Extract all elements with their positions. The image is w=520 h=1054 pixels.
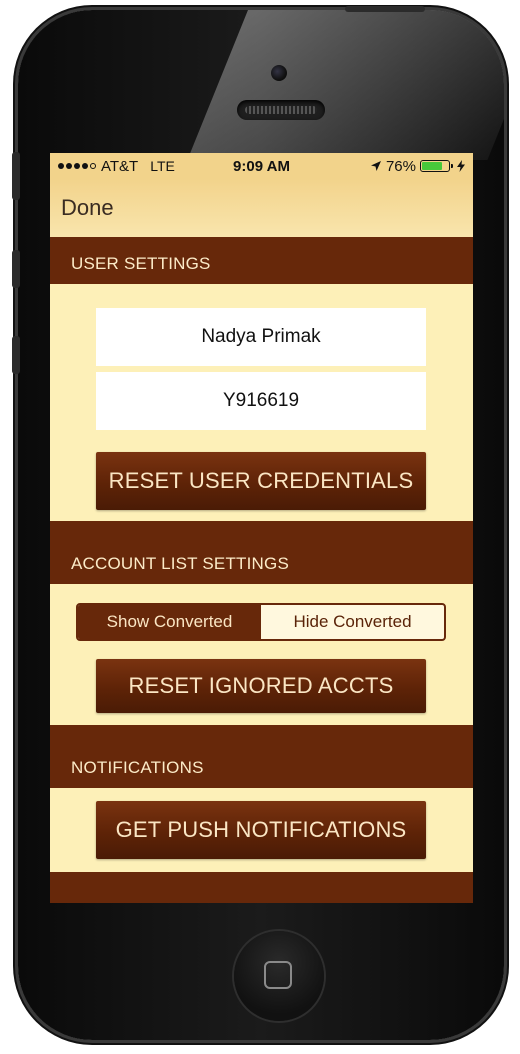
- user-settings-header: USER SETTINGS: [50, 237, 473, 284]
- volume-up-button[interactable]: [12, 250, 20, 288]
- segment-show-converted[interactable]: Show Converted: [78, 605, 261, 639]
- account-list-settings-title: ACCOUNT LIST SETTINGS: [71, 554, 289, 573]
- mute-switch[interactable]: [12, 152, 20, 200]
- status-bar: AT&T LTE 9:09 AM 76%: [50, 153, 473, 179]
- navigation-bar: Done: [50, 179, 473, 237]
- account-list-settings-header: ACCOUNT LIST SETTINGS: [50, 521, 473, 584]
- user-settings-body: Nadya Primak Y916619 RESET USER CREDENTI…: [50, 284, 473, 521]
- sleep-wake-button[interactable]: [345, 6, 425, 12]
- glass-reflection: [187, 10, 504, 160]
- front-camera-icon: [271, 65, 287, 81]
- battery-fill: [422, 162, 442, 170]
- done-button[interactable]: Done: [61, 195, 114, 221]
- converted-filter-segmented-control: Show Converted Hide Converted: [76, 603, 446, 641]
- footer-band: [50, 872, 473, 903]
- app-screen: AT&T LTE 9:09 AM 76% Done USER SETTINGS …: [50, 153, 473, 903]
- user-settings-title: USER SETTINGS: [71, 254, 211, 273]
- user-id-field[interactable]: Y916619: [96, 372, 426, 430]
- home-square-icon: [264, 961, 292, 989]
- notifications-title: NOTIFICATIONS: [71, 758, 204, 777]
- battery-icon: [420, 160, 453, 172]
- speaker-grill: [245, 106, 317, 114]
- segment-hide-converted[interactable]: Hide Converted: [261, 605, 444, 639]
- get-push-notifications-button[interactable]: GET PUSH NOTIFICATIONS: [96, 801, 426, 859]
- notifications-body: GET PUSH NOTIFICATIONS: [50, 788, 473, 872]
- account-list-settings-body: Show Converted Hide Converted RESET IGNO…: [50, 584, 473, 725]
- reset-user-credentials-button[interactable]: RESET USER CREDENTIALS: [96, 452, 426, 510]
- notifications-header: NOTIFICATIONS: [50, 725, 473, 788]
- reset-ignored-accts-button[interactable]: RESET IGNORED ACCTS: [96, 659, 426, 713]
- home-button[interactable]: [234, 931, 324, 1021]
- volume-down-button[interactable]: [12, 336, 20, 374]
- earpiece-speaker: [237, 100, 325, 120]
- username-field[interactable]: Nadya Primak: [96, 308, 426, 366]
- status-time: 9:09 AM: [233, 157, 290, 175]
